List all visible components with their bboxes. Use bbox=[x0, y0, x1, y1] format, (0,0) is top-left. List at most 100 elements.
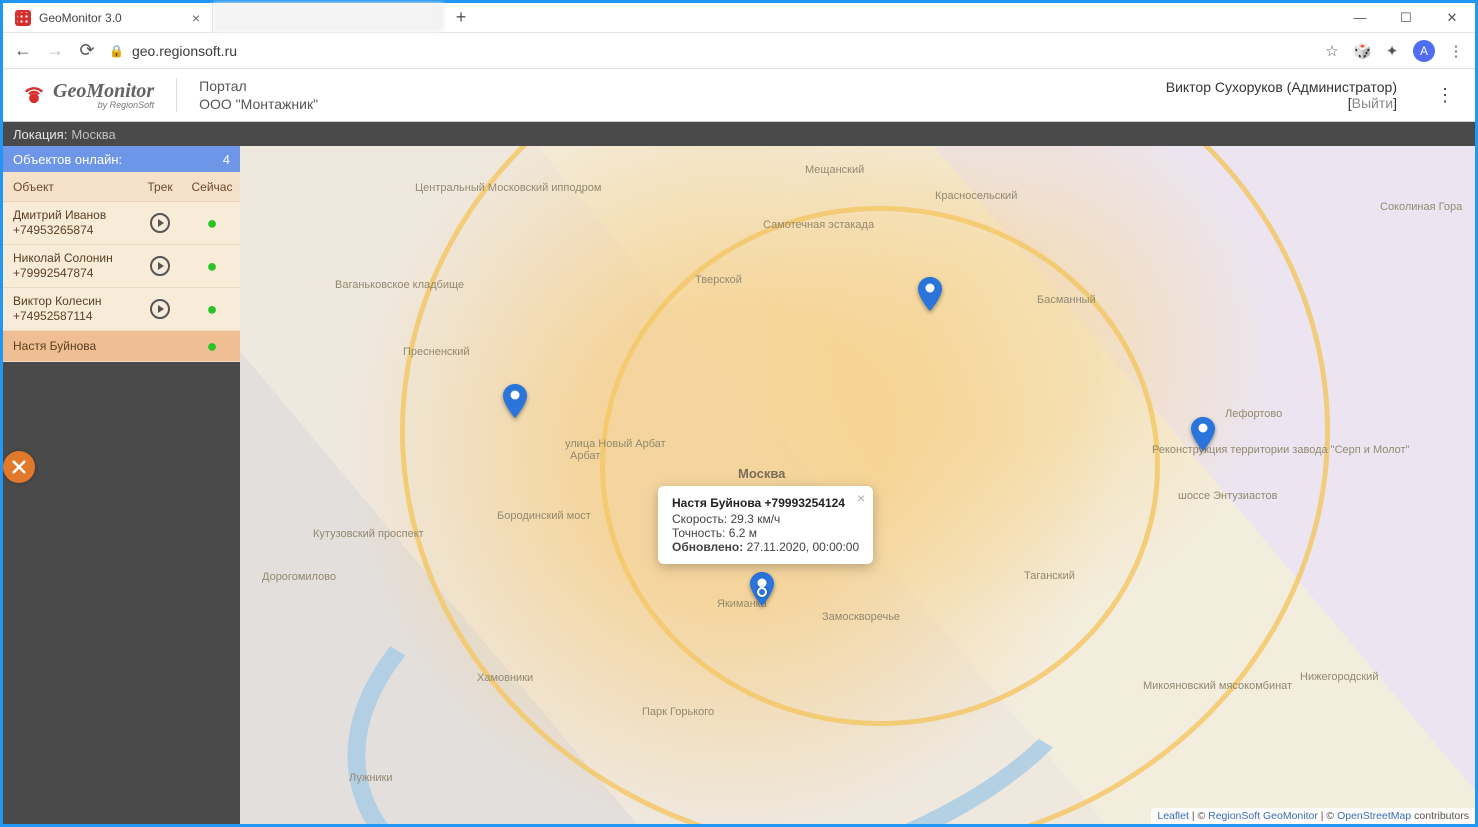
browser-tab-blurred[interactable] bbox=[213, 3, 443, 32]
object-row[interactable]: Настя Буйнова● bbox=[3, 331, 240, 362]
window-minimize-button[interactable]: — bbox=[1337, 3, 1383, 32]
portal-label: Портал bbox=[199, 77, 318, 95]
browser-menu-icon[interactable]: ⋮ bbox=[1447, 42, 1465, 60]
district-label: Арбат bbox=[570, 450, 600, 462]
district-label: шоссе Энтузиастов bbox=[1178, 490, 1277, 502]
map-attribution: Leaflet | © RegionSoft GeoMonitor | © Op… bbox=[1151, 808, 1475, 824]
attrib-osm[interactable]: OpenStreetMap bbox=[1337, 810, 1411, 822]
address-field[interactable]: 🔒 geo.regionsoft.ru bbox=[109, 43, 1311, 59]
district-label: Нижегородский bbox=[1300, 671, 1378, 683]
district-label: Микояновский мясокомбинат bbox=[1143, 680, 1292, 692]
col-track: Трек bbox=[136, 180, 184, 194]
district-label: Кутузовский проспект bbox=[313, 528, 424, 540]
object-name: Николай Солонин+79992547874 bbox=[3, 251, 136, 281]
object-name: Виктор Колесин+74952587114 bbox=[3, 294, 136, 324]
logo-subtext: by RegionSoft bbox=[53, 101, 154, 110]
objects-list: Дмитрий Иванов+74953265874●Николай Солон… bbox=[3, 202, 240, 362]
popup-updated-value: 27.11.2020, 00:00:00 bbox=[747, 540, 860, 554]
location-bar: Локация: Москва bbox=[3, 122, 1475, 146]
location-value[interactable]: Москва bbox=[71, 127, 115, 142]
district-label: Парк Горького bbox=[642, 706, 714, 718]
user-name: Виктор Сухоруков (Администратор) bbox=[1166, 79, 1397, 95]
map-pin[interactable] bbox=[918, 277, 942, 311]
window-controls: — ☐ ✕ bbox=[1337, 3, 1475, 32]
object-row[interactable]: Дмитрий Иванов+74953265874● bbox=[3, 202, 240, 245]
district-label: Лужники bbox=[349, 772, 393, 784]
sidebar: Объектов онлайн: 4 Объект Трек Сейчас Дм… bbox=[3, 146, 240, 824]
online-status-dot: ● bbox=[184, 300, 240, 318]
popup-title: Настя Буйнова +79993254124 bbox=[672, 496, 859, 510]
popup-accuracy-label: Точность: bbox=[672, 526, 725, 540]
logo-text: GeoMonitor bbox=[53, 81, 154, 101]
online-status-dot: ● bbox=[184, 337, 240, 355]
district-label: Дорогомилово bbox=[262, 571, 336, 583]
col-object: Объект bbox=[3, 180, 136, 194]
popup-speed-label: Скорость: bbox=[672, 512, 727, 526]
object-row[interactable]: Виктор Колесин+74952587114 ● bbox=[3, 288, 240, 331]
main-area: Объектов онлайн: 4 Объект Трек Сейчас Дм… bbox=[3, 146, 1475, 824]
nav-forward-icon[interactable]: → bbox=[45, 40, 65, 61]
attrib-contrib: contributors bbox=[1414, 810, 1469, 822]
lock-icon: 🔒 bbox=[109, 44, 124, 58]
district-label: Самотечная эстакада bbox=[763, 219, 874, 231]
track-play-button[interactable] bbox=[136, 213, 184, 233]
district-label: Соколиная Гора bbox=[1380, 201, 1462, 213]
star-icon[interactable]: ☆ bbox=[1323, 42, 1341, 60]
attrib-leaflet[interactable]: Leaflet bbox=[1157, 810, 1189, 822]
profile-avatar[interactable]: А bbox=[1413, 40, 1435, 62]
track-play-button[interactable] bbox=[136, 299, 184, 319]
window-maximize-button[interactable]: ☐ bbox=[1383, 3, 1429, 32]
extension-icon[interactable]: 🎲 bbox=[1353, 42, 1371, 60]
geomonitor-logo-icon bbox=[21, 82, 47, 108]
new-tab-button[interactable]: + bbox=[443, 3, 479, 32]
user-block: Виктор Сухоруков (Администратор) [Выйти] bbox=[1166, 79, 1397, 111]
org-name: ООО "Монтажник" bbox=[199, 95, 318, 113]
district-label: Басманный bbox=[1037, 294, 1096, 306]
window-close-button[interactable]: ✕ bbox=[1429, 3, 1475, 32]
app-header: GeoMonitor by RegionSoft Портал ООО "Мон… bbox=[3, 69, 1475, 122]
popup-updated-label: Обновлено: bbox=[672, 540, 743, 554]
tab-title: GeoMonitor 3.0 bbox=[39, 11, 184, 25]
collapse-sidebar-button[interactable] bbox=[3, 451, 35, 483]
popup-close-icon[interactable]: × bbox=[857, 490, 865, 506]
map-pin[interactable] bbox=[1191, 417, 1215, 451]
city-label: Москва bbox=[738, 466, 785, 481]
object-name: Дмитрий Иванов+74953265874 bbox=[3, 208, 136, 238]
play-icon bbox=[150, 213, 170, 233]
district-label: Бородинский мост bbox=[497, 510, 591, 522]
objects-online-row: Объектов онлайн: 4 bbox=[3, 146, 240, 172]
objects-header: Объект Трек Сейчас bbox=[3, 172, 240, 202]
app-logo[interactable]: GeoMonitor by RegionSoft bbox=[21, 81, 154, 110]
app-menu-icon[interactable]: ⋮ bbox=[1433, 85, 1457, 106]
col-now: Сейчас bbox=[184, 180, 240, 194]
close-icon bbox=[12, 460, 26, 474]
map-canvas[interactable]: МещанскийКрасносельскийСоколиная ГораТве… bbox=[240, 146, 1475, 824]
close-tab-icon[interactable]: × bbox=[192, 10, 200, 26]
browser-tab-active[interactable]: GeoMonitor 3.0 × bbox=[3, 3, 213, 32]
play-icon bbox=[150, 299, 170, 319]
district-label: Замоскворечье bbox=[822, 611, 900, 623]
map-popup: × Настя Буйнова +79993254124 Скорость: 2… bbox=[658, 486, 873, 564]
attrib-geomon[interactable]: RegionSoft GeoMonitor bbox=[1208, 810, 1318, 822]
object-row[interactable]: Николай Солонин+79992547874 ● bbox=[3, 245, 240, 288]
district-label: Пресненский bbox=[403, 346, 470, 358]
district-label: Центральный Московский ипподром bbox=[415, 182, 601, 194]
district-label: улица Новый Арбат bbox=[565, 438, 666, 450]
logout-link[interactable]: Выйти bbox=[1352, 95, 1393, 111]
nav-back-icon[interactable]: ← bbox=[13, 40, 33, 61]
objects-online-label: Объектов онлайн: bbox=[13, 152, 122, 167]
nav-reload-icon[interactable]: ⟳ bbox=[77, 40, 97, 61]
district-label: Тверской bbox=[695, 274, 742, 286]
favicon-icon bbox=[15, 10, 31, 26]
map-pin[interactable] bbox=[503, 384, 527, 418]
puzzle-icon[interactable]: ✦ bbox=[1383, 42, 1401, 60]
play-icon bbox=[150, 256, 170, 276]
online-status-dot: ● bbox=[184, 257, 240, 275]
district-label: Красносельский bbox=[935, 190, 1017, 202]
popup-accuracy-value: 6.2 м bbox=[729, 526, 757, 540]
portal-info: Портал ООО "Монтажник" bbox=[199, 77, 318, 113]
district-label: Ваганьковское кладбище bbox=[335, 279, 464, 291]
track-play-button[interactable] bbox=[136, 256, 184, 276]
district-label: Таганский bbox=[1024, 570, 1075, 582]
browser-address-bar: ← → ⟳ 🔒 geo.regionsoft.ru ☆ 🎲 ✦ А ⋮ bbox=[3, 33, 1475, 69]
